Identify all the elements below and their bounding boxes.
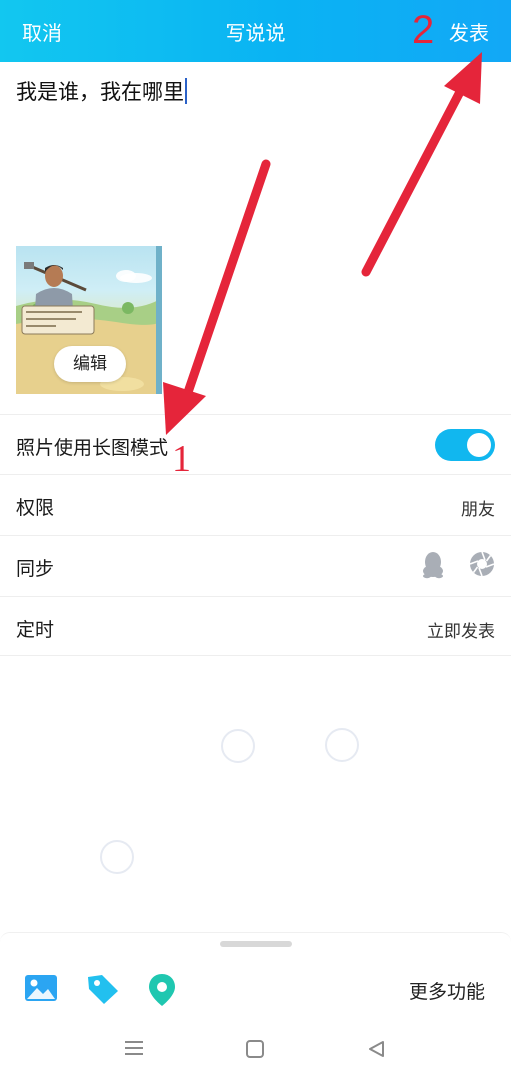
post-text-input[interactable]: 我是谁，我在哪里 <box>16 76 187 106</box>
loading-circle <box>221 729 255 763</box>
schedule-value: 立即发表 <box>427 622 495 642</box>
settings-row-long-image: 照片使用长图模式 <box>0 414 511 474</box>
page-title: 写说说 <box>225 21 286 45</box>
schedule-label: 定时 <box>16 619 55 641</box>
loading-circle <box>100 840 134 874</box>
permission-label: 权限 <box>16 497 55 519</box>
image-thumbnail[interactable]: 编辑 <box>16 246 162 394</box>
text-cursor <box>185 78 187 104</box>
menu-nav-icon[interactable] <box>123 1039 145 1061</box>
toggle-knob <box>467 433 491 457</box>
arrow-2 <box>361 52 482 277</box>
long-image-toggle[interactable] <box>435 429 495 461</box>
header-bar: 取消 写说说 2 发表 <box>0 0 511 62</box>
loading-circle <box>325 728 359 762</box>
drag-handle[interactable] <box>220 941 292 947</box>
qq-penguin-icon[interactable] <box>421 551 445 583</box>
settings-row-permission[interactable]: 权限 朋友 <box>0 474 511 534</box>
permission-value: 朋友 <box>461 500 495 520</box>
image-icon[interactable] <box>24 973 58 1007</box>
camera-aperture-icon[interactable] <box>469 551 495 581</box>
settings-row-schedule[interactable]: 定时 立即发表 <box>0 596 511 656</box>
arrow-1 <box>163 159 271 435</box>
tag-icon[interactable] <box>86 973 120 1009</box>
long-image-label: 照片使用长图模式 <box>16 437 169 459</box>
annotation-number-2: 2 <box>412 8 435 52</box>
post-text-content: 我是谁，我在哪里 <box>16 80 184 104</box>
edit-image-button[interactable]: 编辑 <box>54 346 126 382</box>
annotation-number-1: 1 <box>172 438 191 480</box>
settings-row-sync: 同步 <box>0 535 511 595</box>
publish-button[interactable]: 发表 <box>449 17 489 46</box>
sync-label: 同步 <box>16 558 55 580</box>
more-features-button[interactable]: 更多功能 <box>409 977 485 1004</box>
back-nav-icon[interactable] <box>366 1039 386 1063</box>
location-icon[interactable] <box>147 973 177 1011</box>
bottom-toolbar: 更多功能 <box>0 932 511 1080</box>
home-nav-icon[interactable] <box>245 1039 265 1063</box>
